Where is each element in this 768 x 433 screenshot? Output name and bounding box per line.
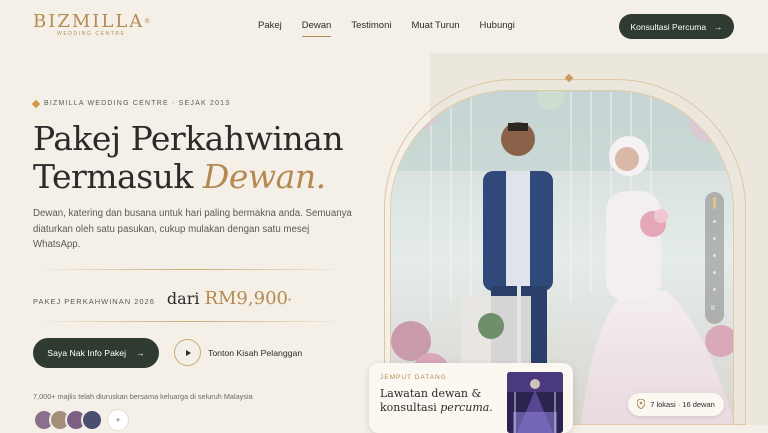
hero-eyebrow-text: BIZMILLA WEDDING CENTRE · SEJAK 2013 bbox=[44, 100, 231, 107]
arrow-right-icon: → bbox=[714, 21, 723, 32]
location-pin-icon bbox=[636, 397, 646, 411]
brand-name: BIZMILLA bbox=[33, 11, 145, 32]
nav-item-pakej[interactable]: Pakej bbox=[258, 20, 282, 31]
watch-stories-label: Tonton Kisah Pelanggan bbox=[208, 347, 303, 358]
more-avatars[interactable]: + bbox=[107, 409, 129, 431]
slide-dot[interactable] bbox=[713, 237, 716, 240]
pause-icon[interactable]: II bbox=[711, 305, 715, 312]
brand-reg-mark: ® bbox=[144, 18, 153, 25]
slide-dot[interactable] bbox=[713, 271, 716, 274]
hero-title-line1: Pakej Perkahwinan bbox=[33, 119, 344, 158]
nav-item-testimoni[interactable]: Testimoni bbox=[351, 20, 391, 31]
hall-thumbnail bbox=[507, 372, 563, 433]
nav-item-hubungi[interactable]: Hubungi bbox=[480, 20, 515, 31]
price-asterisk: * bbox=[287, 297, 292, 306]
hero-title: Pakej Perkahwinan Termasuk Dewan. bbox=[33, 119, 344, 196]
price-prefix: dari bbox=[166, 289, 200, 308]
card-text-main: Lawatan dewan & bbox=[380, 387, 482, 400]
divider bbox=[33, 269, 349, 270]
consultation-button[interactable]: Konsultasi Percuma → bbox=[619, 14, 734, 39]
hero-title-accent: Dewan. bbox=[202, 157, 326, 196]
main-menu: Pakej Dewan Testimoni Muat Turun Hubungi bbox=[258, 20, 535, 37]
slide-pager[interactable]: II bbox=[705, 192, 724, 324]
package-info-button[interactable]: Saya Nak Info Pakej → bbox=[33, 338, 159, 368]
diamond-icon bbox=[31, 99, 41, 108]
hero-eyebrow: BIZMILLA WEDDING CENTRE · SEJAK 2013 bbox=[31, 99, 231, 108]
card-eyebrow: JEMPUT DATANG bbox=[380, 374, 447, 381]
price-amount: RM9,900 bbox=[204, 288, 288, 309]
watch-stories-button[interactable]: Tonton Kisah Pelanggan bbox=[174, 339, 302, 366]
active-slide-indicator[interactable] bbox=[713, 197, 716, 209]
top-navigation: BIZMILLA® WEDDING CENTRE Pakej Dewan Tes… bbox=[0, 0, 768, 52]
price-row: PAKEJ PERKAHWINAN 2026 dari RM9,900 * bbox=[33, 288, 291, 309]
divider bbox=[33, 321, 349, 322]
visit-invite-card[interactable]: JEMPUT DATANG Lawatan dewan & konsultasi… bbox=[369, 363, 573, 433]
arrow-right-icon: → bbox=[136, 348, 145, 358]
location-pill-text: 7 lokasi · 16 dewan bbox=[650, 400, 715, 409]
nav-item-dewan[interactable]: Dewan bbox=[301, 20, 331, 37]
card-text-line2: konsultasi bbox=[380, 400, 437, 414]
social-proof-text: 7,000+ majlis telah diuruskan bersama ke… bbox=[33, 392, 253, 401]
avatar bbox=[81, 409, 103, 431]
card-text: Lawatan dewan & konsultasi percuma. bbox=[380, 387, 500, 414]
hall-thumbnail-image bbox=[507, 372, 563, 433]
package-info-button-label: Saya Nak Info Pakej bbox=[47, 348, 127, 358]
hero-title-line2: Termasuk bbox=[33, 157, 193, 196]
slide-dot[interactable] bbox=[713, 254, 716, 257]
customer-avatars: + bbox=[33, 409, 129, 431]
card-text-accent: percuma. bbox=[440, 400, 493, 414]
play-icon[interactable] bbox=[174, 339, 201, 366]
price-label: PAKEJ PERKAHWINAN 2026 bbox=[33, 297, 155, 306]
nav-item-muat-turun[interactable]: Muat Turun bbox=[411, 20, 459, 31]
slide-dot[interactable] bbox=[713, 288, 716, 291]
consultation-button-label: Konsultasi Percuma bbox=[630, 21, 707, 32]
location-pill[interactable]: 7 lokasi · 16 dewan bbox=[628, 393, 724, 416]
hero-description: Dewan, katering dan busana untuk hari pa… bbox=[33, 208, 352, 250]
brand-logo[interactable]: BIZMILLA® WEDDING CENTRE bbox=[33, 11, 153, 38]
slide-dot[interactable] bbox=[713, 220, 716, 223]
